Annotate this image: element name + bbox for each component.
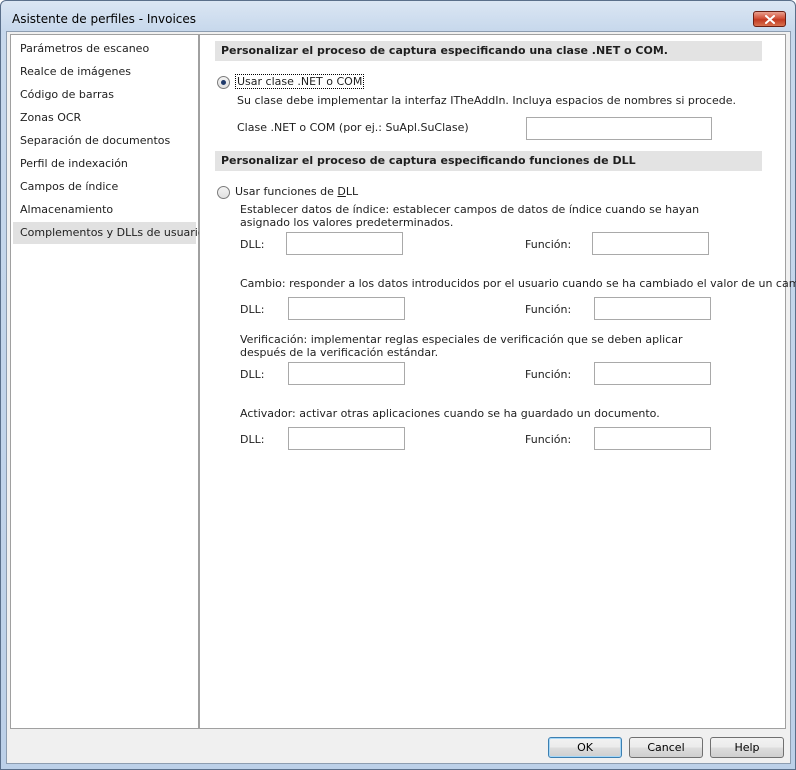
function-input[interactable] — [594, 427, 711, 450]
dll-group-description: Verificación: implementar reglas especia… — [240, 333, 683, 359]
dll-group-description: Activador: activar otras aplicaciones cu… — [240, 407, 660, 420]
close-button[interactable] — [753, 11, 786, 27]
function-input[interactable] — [594, 297, 711, 320]
dll-label: DLL: — [240, 433, 265, 446]
sidebar-item-separacion-documentos[interactable]: Separación de documentos — [13, 130, 196, 152]
ok-button[interactable]: OK — [548, 737, 622, 758]
radio-net-class[interactable] — [217, 76, 230, 89]
cancel-button[interactable]: Cancel — [629, 737, 703, 758]
dll-input[interactable] — [288, 427, 405, 450]
dll-label: DLL: — [240, 238, 265, 251]
sidebar-item-zonas-ocr[interactable]: Zonas OCR — [13, 107, 196, 129]
window-title: Asistente de perfiles - Invoices — [12, 12, 197, 26]
section-header-dll: Personalizar el proceso de captura espec… — [215, 151, 762, 171]
section-header-net: Personalizar el proceso de captura espec… — [215, 41, 762, 61]
title-bar[interactable]: Asistente de perfiles - Invoices — [1, 1, 795, 31]
sidebar-item-complementos[interactable]: Complementos y DLLs de usuario — [13, 222, 205, 244]
dll-input[interactable] — [286, 232, 403, 255]
function-label: Función: — [525, 368, 572, 381]
sidebar-item-perfil-indexacion[interactable]: Perfil de indexación — [13, 153, 196, 175]
sidebar-item-parametros-escaneo[interactable]: Parámetros de escaneo — [13, 38, 196, 60]
navigation-list: Parámetros de escaneo Realce de imágenes… — [10, 34, 205, 729]
sidebar-item-codigo-barras[interactable]: Código de barras — [13, 84, 196, 106]
function-label: Función: — [525, 433, 572, 446]
function-label: Función: — [525, 238, 572, 251]
dll-label: DLL: — [240, 368, 265, 381]
function-input[interactable] — [592, 232, 709, 255]
settings-panel: Personalizar el proceso de captura espec… — [199, 34, 796, 729]
close-icon — [764, 14, 775, 24]
function-input[interactable] — [594, 362, 711, 385]
sidebar-item-almacenamiento[interactable]: Almacenamiento — [13, 199, 196, 221]
radio-net-class-label[interactable]: Usar clase .NET o COM — [235, 74, 365, 89]
net-class-label: Clase .NET o COM (por ej.: SuApl.SuClase… — [237, 121, 469, 134]
net-class-input[interactable] — [526, 117, 712, 140]
dll-label: DLL: — [240, 303, 265, 316]
dll-group-description: Establecer datos de índice: establecer c… — [240, 203, 700, 229]
dialog-client-area: Parámetros de escaneo Realce de imágenes… — [6, 31, 796, 764]
net-class-description: Su clase debe implementar la interfaz IT… — [237, 94, 736, 107]
sidebar-item-campos-indice[interactable]: Campos de índice — [13, 176, 196, 198]
dll-input[interactable] — [288, 297, 405, 320]
radio-dll-functions[interactable] — [217, 186, 230, 199]
help-button[interactable]: Help — [710, 737, 784, 758]
dll-input[interactable] — [288, 362, 405, 385]
dll-group-description: Cambio: responder a los datos introducid… — [240, 277, 796, 290]
sidebar-item-realce-imagenes[interactable]: Realce de imágenes — [13, 61, 196, 83]
dialog-window: Asistente de perfiles - Invoices Parámet… — [0, 0, 796, 770]
function-label: Función: — [525, 303, 572, 316]
radio-dll-functions-label[interactable]: Usar funciones de DLL — [235, 185, 358, 198]
